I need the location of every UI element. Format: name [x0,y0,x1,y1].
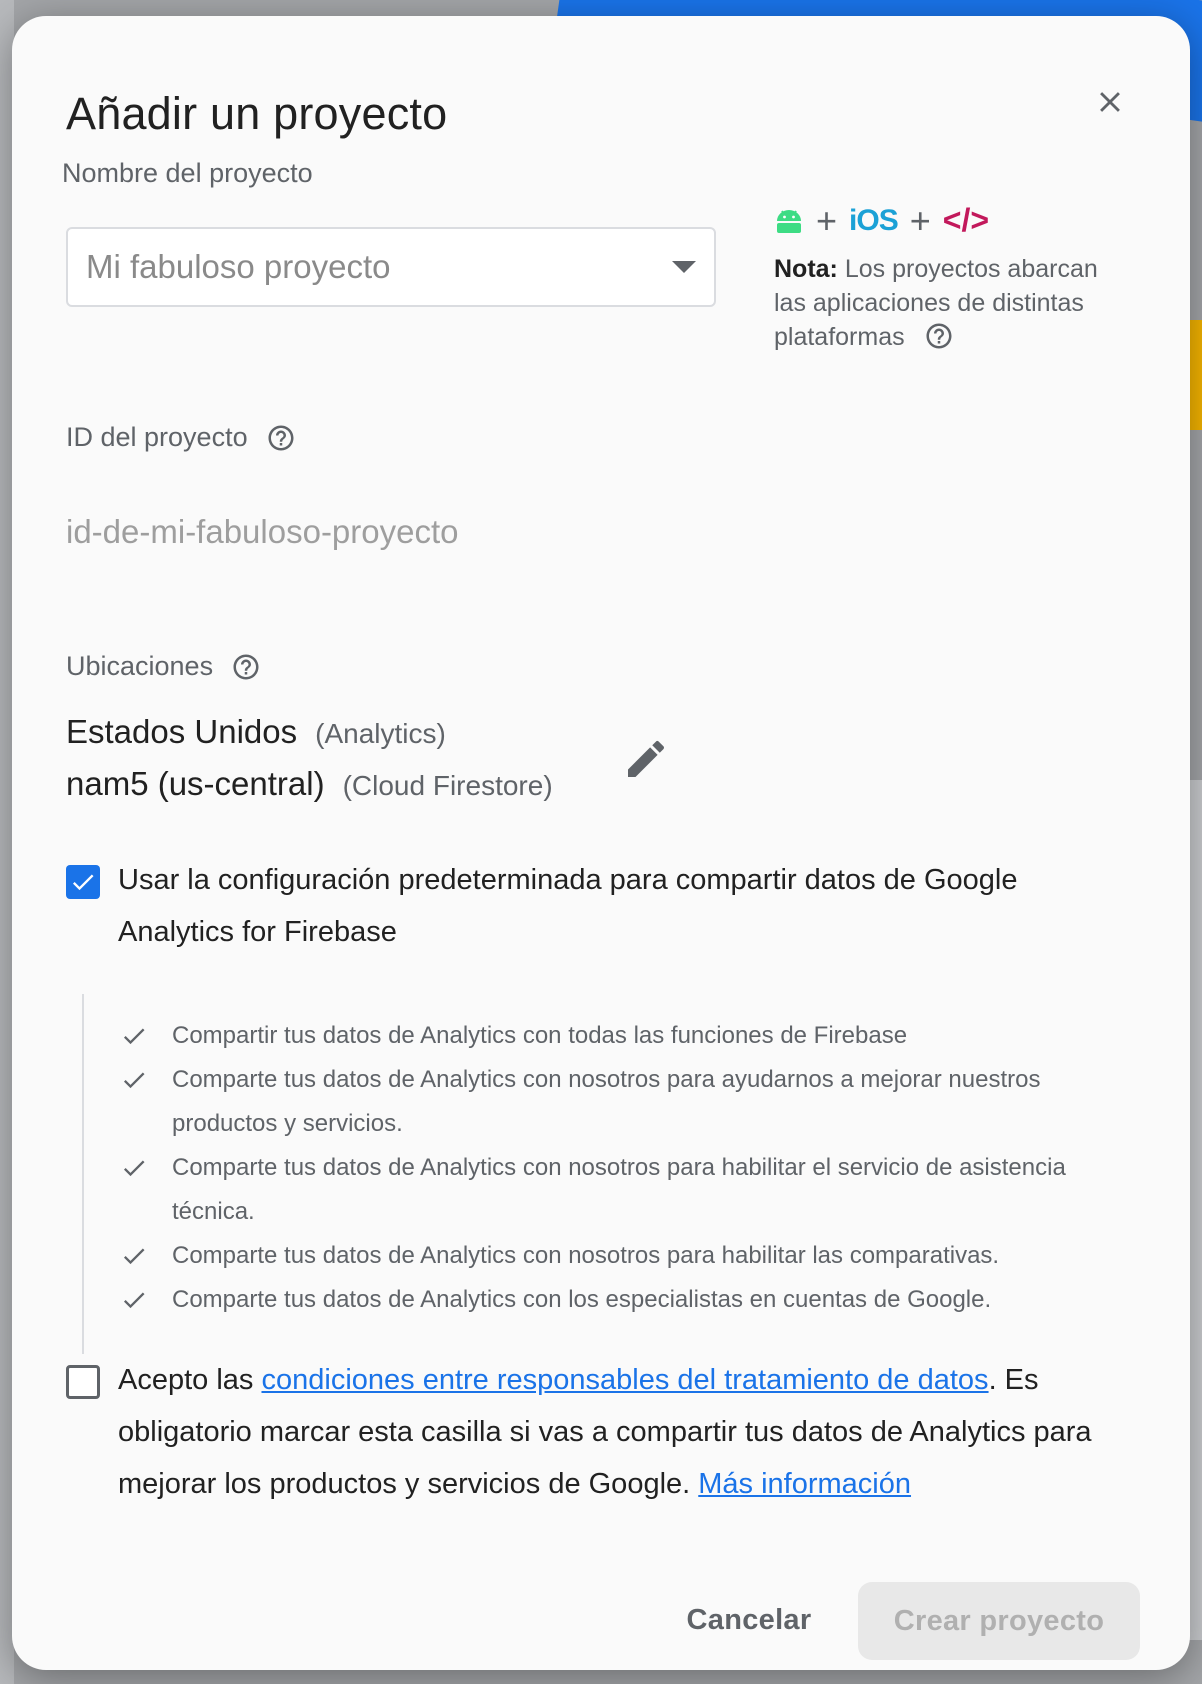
terms-checkbox[interactable] [66,1365,100,1399]
plus-sign: + [909,199,931,241]
close-icon [1100,92,1120,112]
analytics-location: Estados Unidos [66,713,298,750]
web-code-icon: </> [942,202,990,238]
firestore-location-row: nam5 (us-central) (Cloud Firestore) [66,765,553,803]
firestore-location: nam5 (us-central) [66,765,325,802]
list-item: Compartir tus datos de Analytics con tod… [84,1014,1142,1058]
list-item: Comparte tus datos de Analytics con los … [84,1278,1142,1322]
sharing-details-list: Compartir tus datos de Analytics con tod… [82,994,1142,1354]
analytics-location-row: Estados Unidos (Analytics) [66,713,446,751]
locations-label: Ubicaciones [66,651,261,682]
check-icon [123,1028,145,1045]
help-icon[interactable] [231,652,261,682]
firestore-tag: (Cloud Firestore) [342,770,553,801]
project-id-label: ID del proyecto [66,422,296,453]
checkmark-icon [72,874,94,891]
ios-icon: iOS [849,203,899,237]
cancel-button[interactable]: Cancelar [658,1582,840,1658]
help-icon[interactable] [266,423,296,453]
project-name-field[interactable] [66,227,716,307]
android-icon [777,209,801,233]
check-icon [123,1292,145,1309]
analytics-tag: (Analytics) [315,718,446,749]
terms-label: Acepto las condiciones entre responsable… [118,1364,1092,1500]
help-icon[interactable] [924,321,954,351]
dialog-title: Añadir un proyecto [66,88,448,139]
list-item: Comparte tus datos de Analytics con noso… [84,1234,1142,1278]
close-button[interactable] [1084,76,1136,128]
list-item: Comparte tus datos de Analytics con noso… [84,1058,1142,1146]
note-bold-label: Nota: [774,255,838,283]
create-project-button[interactable]: Crear proyecto [858,1582,1140,1660]
platforms-note: Nota: Los proyectos abarcan las aplicaci… [774,252,1134,354]
edit-locations-button[interactable] [618,731,674,787]
platforms-row: + iOS + </> [774,202,989,239]
chevron-down-icon[interactable] [672,261,696,273]
check-icon [123,1072,145,1089]
check-icon [123,1160,145,1177]
project-id-value: id-de-mi-fabuloso-proyecto [66,513,459,550]
project-name-label: Nombre del proyecto [62,158,313,188]
project-name-input[interactable] [86,248,660,286]
terms-link[interactable]: condiciones entre responsables del trata… [261,1364,988,1396]
check-icon [123,1248,145,1265]
add-project-dialog: Añadir un proyecto Nombre del proyecto +… [12,16,1190,1670]
pencil-icon [628,740,665,777]
default-sharing-label: Usar la configuración predeterminada par… [118,864,1018,948]
plus-sign: + [816,199,838,241]
default-sharing-checkbox[interactable] [66,865,100,899]
more-info-link[interactable]: Más información [698,1468,911,1500]
list-item: Comparte tus datos de Analytics con noso… [84,1146,1142,1234]
